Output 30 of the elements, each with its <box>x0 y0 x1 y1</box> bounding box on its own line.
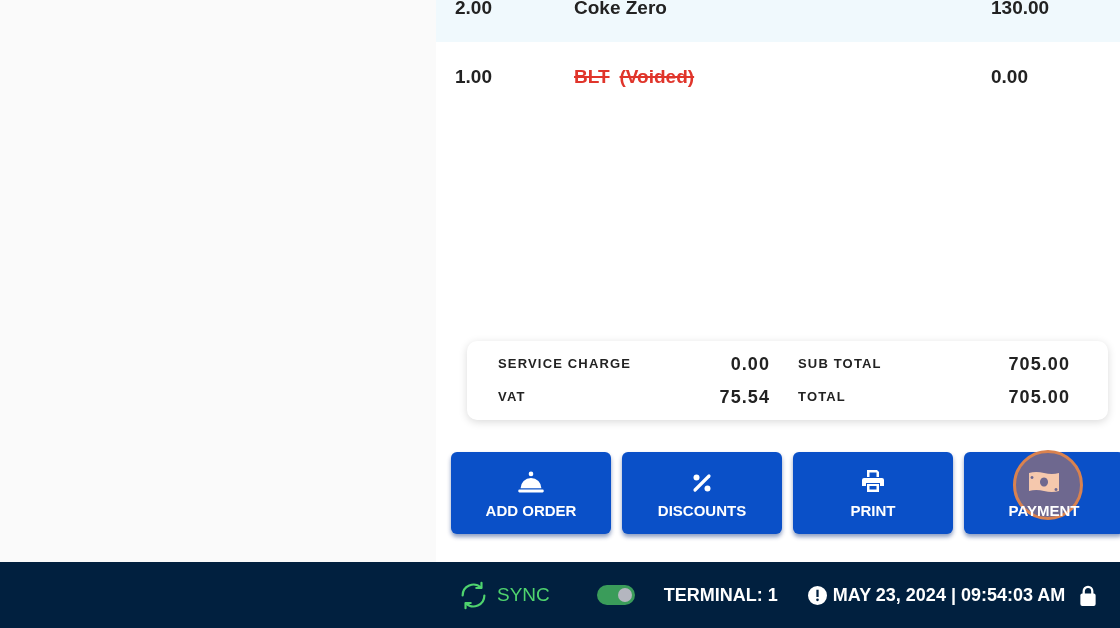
percent-icon <box>692 473 712 493</box>
bell-icon <box>517 471 545 493</box>
banknote-icon <box>1028 471 1060 493</box>
sync-label: SYNC <box>497 582 550 607</box>
sync-toggle[interactable] <box>596 585 635 605</box>
print-button[interactable]: PRINT <box>793 452 953 534</box>
item-note: (Voided) <box>619 69 695 85</box>
summary-label: VAT <box>498 388 526 407</box>
sync-icon <box>459 580 488 610</box>
summary-label: TOTAL <box>798 388 846 407</box>
order-row[interactable]: 2.00 Coke Zero 130.00 <box>436 0 1120 42</box>
add-order-button[interactable]: ADD ORDER <box>451 452 611 534</box>
discounts-button[interactable]: DISCOUNTS <box>622 452 782 534</box>
quantity-text: 2.00 <box>455 0 493 16</box>
amount-text: 0.00 <box>991 69 1029 85</box>
summary-label: SUB TOTAL <box>798 355 882 374</box>
quantity-text: 1.00 <box>455 69 493 85</box>
date-time-text: MAY 23, 2024 | 09:54:03 AM <box>832 583 1066 607</box>
summary-value: 705.00 <box>1008 385 1070 409</box>
summary-label: SERVICE CHARGE <box>498 355 632 374</box>
alert-icon <box>807 585 827 605</box>
summary-value: 0.00 <box>730 352 770 376</box>
amount-text: 130.00 <box>991 0 1051 16</box>
item-name: BLT <box>574 69 610 85</box>
item-name: Coke Zero <box>574 0 667 16</box>
terminal-label: TERMINAL: 1 <box>663 583 778 607</box>
printer-icon <box>861 469 885 493</box>
lock-icon[interactable] <box>1079 584 1098 606</box>
summary-value: 705.00 <box>1008 352 1070 376</box>
summary-value: 75.54 <box>719 385 770 409</box>
